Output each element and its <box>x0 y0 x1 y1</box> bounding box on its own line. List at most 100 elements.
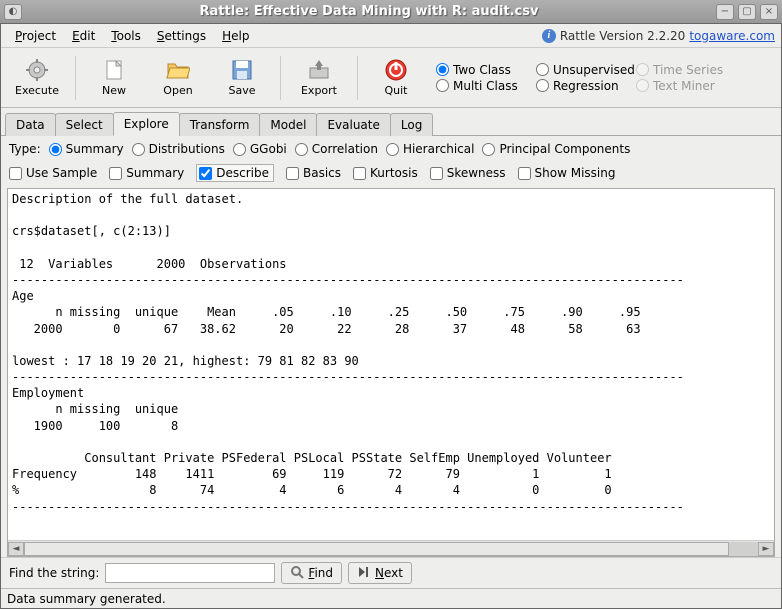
tab-transform[interactable]: Transform <box>179 113 261 136</box>
execute-label: Execute <box>15 84 59 97</box>
version-link[interactable]: togaware.com <box>689 29 775 43</box>
type-label: Type: <box>9 142 41 156</box>
tab-data[interactable]: Data <box>5 113 56 136</box>
radio-label: Regression <box>553 79 619 93</box>
checkbox-label: Kurtosis <box>370 166 418 180</box>
menu-label: roject <box>22 29 56 43</box>
execute-button[interactable]: Execute <box>7 53 67 103</box>
power-icon <box>384 58 408 82</box>
checkbox-show-missing[interactable]: Show Missing <box>518 166 616 180</box>
radio-ggobi[interactable]: GGobi <box>233 142 287 156</box>
problem-type-radios: Two Class Unsupervised Time Series Multi… <box>436 63 736 93</box>
save-button[interactable]: Save <box>212 53 272 103</box>
export-icon <box>307 58 331 82</box>
find-button-label: Find <box>308 566 333 580</box>
checkbox-use-sample[interactable]: Use Sample <box>9 166 97 180</box>
window-menu-button[interactable]: ◐ <box>4 4 22 20</box>
tab-evaluate[interactable]: Evaluate <box>316 113 390 136</box>
toolbar: Execute New Open Save Export <box>1 48 781 108</box>
scroll-left-icon[interactable]: ◄ <box>8 542 24 556</box>
next-icon <box>357 565 371 582</box>
menubar: Project Edit Tools Settings Help i Rattl… <box>1 24 781 48</box>
quit-button[interactable]: Quit <box>366 53 426 103</box>
new-label: New <box>102 84 126 97</box>
version-info: i Rattle Version 2.2.20 togaware.com <box>542 29 775 43</box>
menu-settings[interactable]: Settings <box>149 26 214 46</box>
tab-model[interactable]: Model <box>259 113 317 136</box>
radio-distributions[interactable]: Distributions <box>132 142 225 156</box>
radio-principal-components[interactable]: Principal Components <box>482 142 630 156</box>
search-icon <box>290 565 304 582</box>
checkbox-skewness[interactable]: Skewness <box>430 166 506 180</box>
menu-label: elp <box>231 29 249 43</box>
radio-hierarchical[interactable]: Hierarchical <box>386 142 475 156</box>
radio-regression[interactable]: Regression <box>536 79 636 93</box>
find-button[interactable]: Find <box>281 562 342 584</box>
separator <box>280 56 281 100</box>
radio-label: Principal Components <box>499 142 630 156</box>
radio-summary[interactable]: Summary <box>49 142 124 156</box>
checkbox-describe[interactable]: Describe <box>196 164 274 182</box>
horizontal-scrollbar[interactable]: ◄ ► <box>8 540 774 556</box>
export-button[interactable]: Export <box>289 53 349 103</box>
menu-edit[interactable]: Edit <box>64 26 103 46</box>
menu-tools[interactable]: Tools <box>103 26 149 46</box>
find-label: Find the string: <box>9 566 99 580</box>
save-label: Save <box>228 84 255 97</box>
window-title: Rattle: Effective Data Mining with R: au… <box>22 4 716 19</box>
checkbox-label: Use Sample <box>26 166 97 180</box>
next-button[interactable]: Next <box>348 562 412 584</box>
radio-label: Distributions <box>149 142 225 156</box>
checkbox-kurtosis[interactable]: Kurtosis <box>353 166 418 180</box>
radio-unsupervised[interactable]: Unsupervised <box>536 63 636 77</box>
menu-help[interactable]: Help <box>214 26 257 46</box>
checkbox-summary[interactable]: Summary <box>109 166 184 180</box>
quit-label: Quit <box>385 84 408 97</box>
menu-label: dit <box>80 29 96 43</box>
next-button-label: Next <box>375 566 403 580</box>
radio-time-series[interactable]: Time Series <box>636 63 736 77</box>
menu-project[interactable]: Project <box>7 26 64 46</box>
tab-bar: Data Select Explore Transform Model Eval… <box>1 112 781 136</box>
scroll-right-icon[interactable]: ► <box>758 542 774 556</box>
radio-multi-class[interactable]: Multi Class <box>436 79 536 93</box>
tab-select[interactable]: Select <box>55 113 114 136</box>
tab-explore[interactable]: Explore <box>113 112 180 136</box>
find-input[interactable] <box>105 563 275 583</box>
scroll-track[interactable] <box>24 542 758 556</box>
close-button[interactable]: × <box>760 4 778 20</box>
open-label: Open <box>163 84 192 97</box>
radio-label: GGobi <box>250 142 287 156</box>
checkbox-label: Describe <box>216 166 269 180</box>
output-text[interactable]: Description of the full dataset. crs$dat… <box>8 189 774 540</box>
version-text: Rattle Version 2.2.20 <box>560 29 685 43</box>
radio-text-miner[interactable]: Text Miner <box>636 79 736 93</box>
folder-open-icon <box>166 58 190 82</box>
radio-label: Unsupervised <box>553 63 635 77</box>
titlebar: ◐ Rattle: Effective Data Mining with R: … <box>0 0 782 24</box>
separator <box>75 56 76 100</box>
status-bar: Data summary generated. <box>1 588 781 608</box>
checkbox-basics[interactable]: Basics <box>286 166 341 180</box>
maximize-button[interactable]: ▢ <box>738 4 756 20</box>
new-file-icon <box>102 58 126 82</box>
minimize-button[interactable]: − <box>716 4 734 20</box>
radio-label: Correlation <box>312 142 378 156</box>
checkbox-label: Summary <box>126 166 184 180</box>
radio-two-class[interactable]: Two Class <box>436 63 536 77</box>
radio-label: Time Series <box>653 63 723 77</box>
checkbox-label: Basics <box>303 166 341 180</box>
output-pane: Description of the full dataset. crs$dat… <box>7 188 775 557</box>
radio-correlation[interactable]: Correlation <box>295 142 378 156</box>
new-button[interactable]: New <box>84 53 144 103</box>
tab-log[interactable]: Log <box>390 113 433 136</box>
checkbox-label: Skewness <box>447 166 506 180</box>
radio-label: Hierarchical <box>403 142 475 156</box>
scroll-thumb[interactable] <box>24 542 729 556</box>
radio-label: Two Class <box>453 63 511 77</box>
type-row: Type: Summary Distributions GGobi Correl… <box>1 136 781 162</box>
info-icon: i <box>542 29 556 43</box>
menu-label: ettings <box>165 29 207 43</box>
open-button[interactable]: Open <box>148 53 208 103</box>
radio-label: Summary <box>66 142 124 156</box>
